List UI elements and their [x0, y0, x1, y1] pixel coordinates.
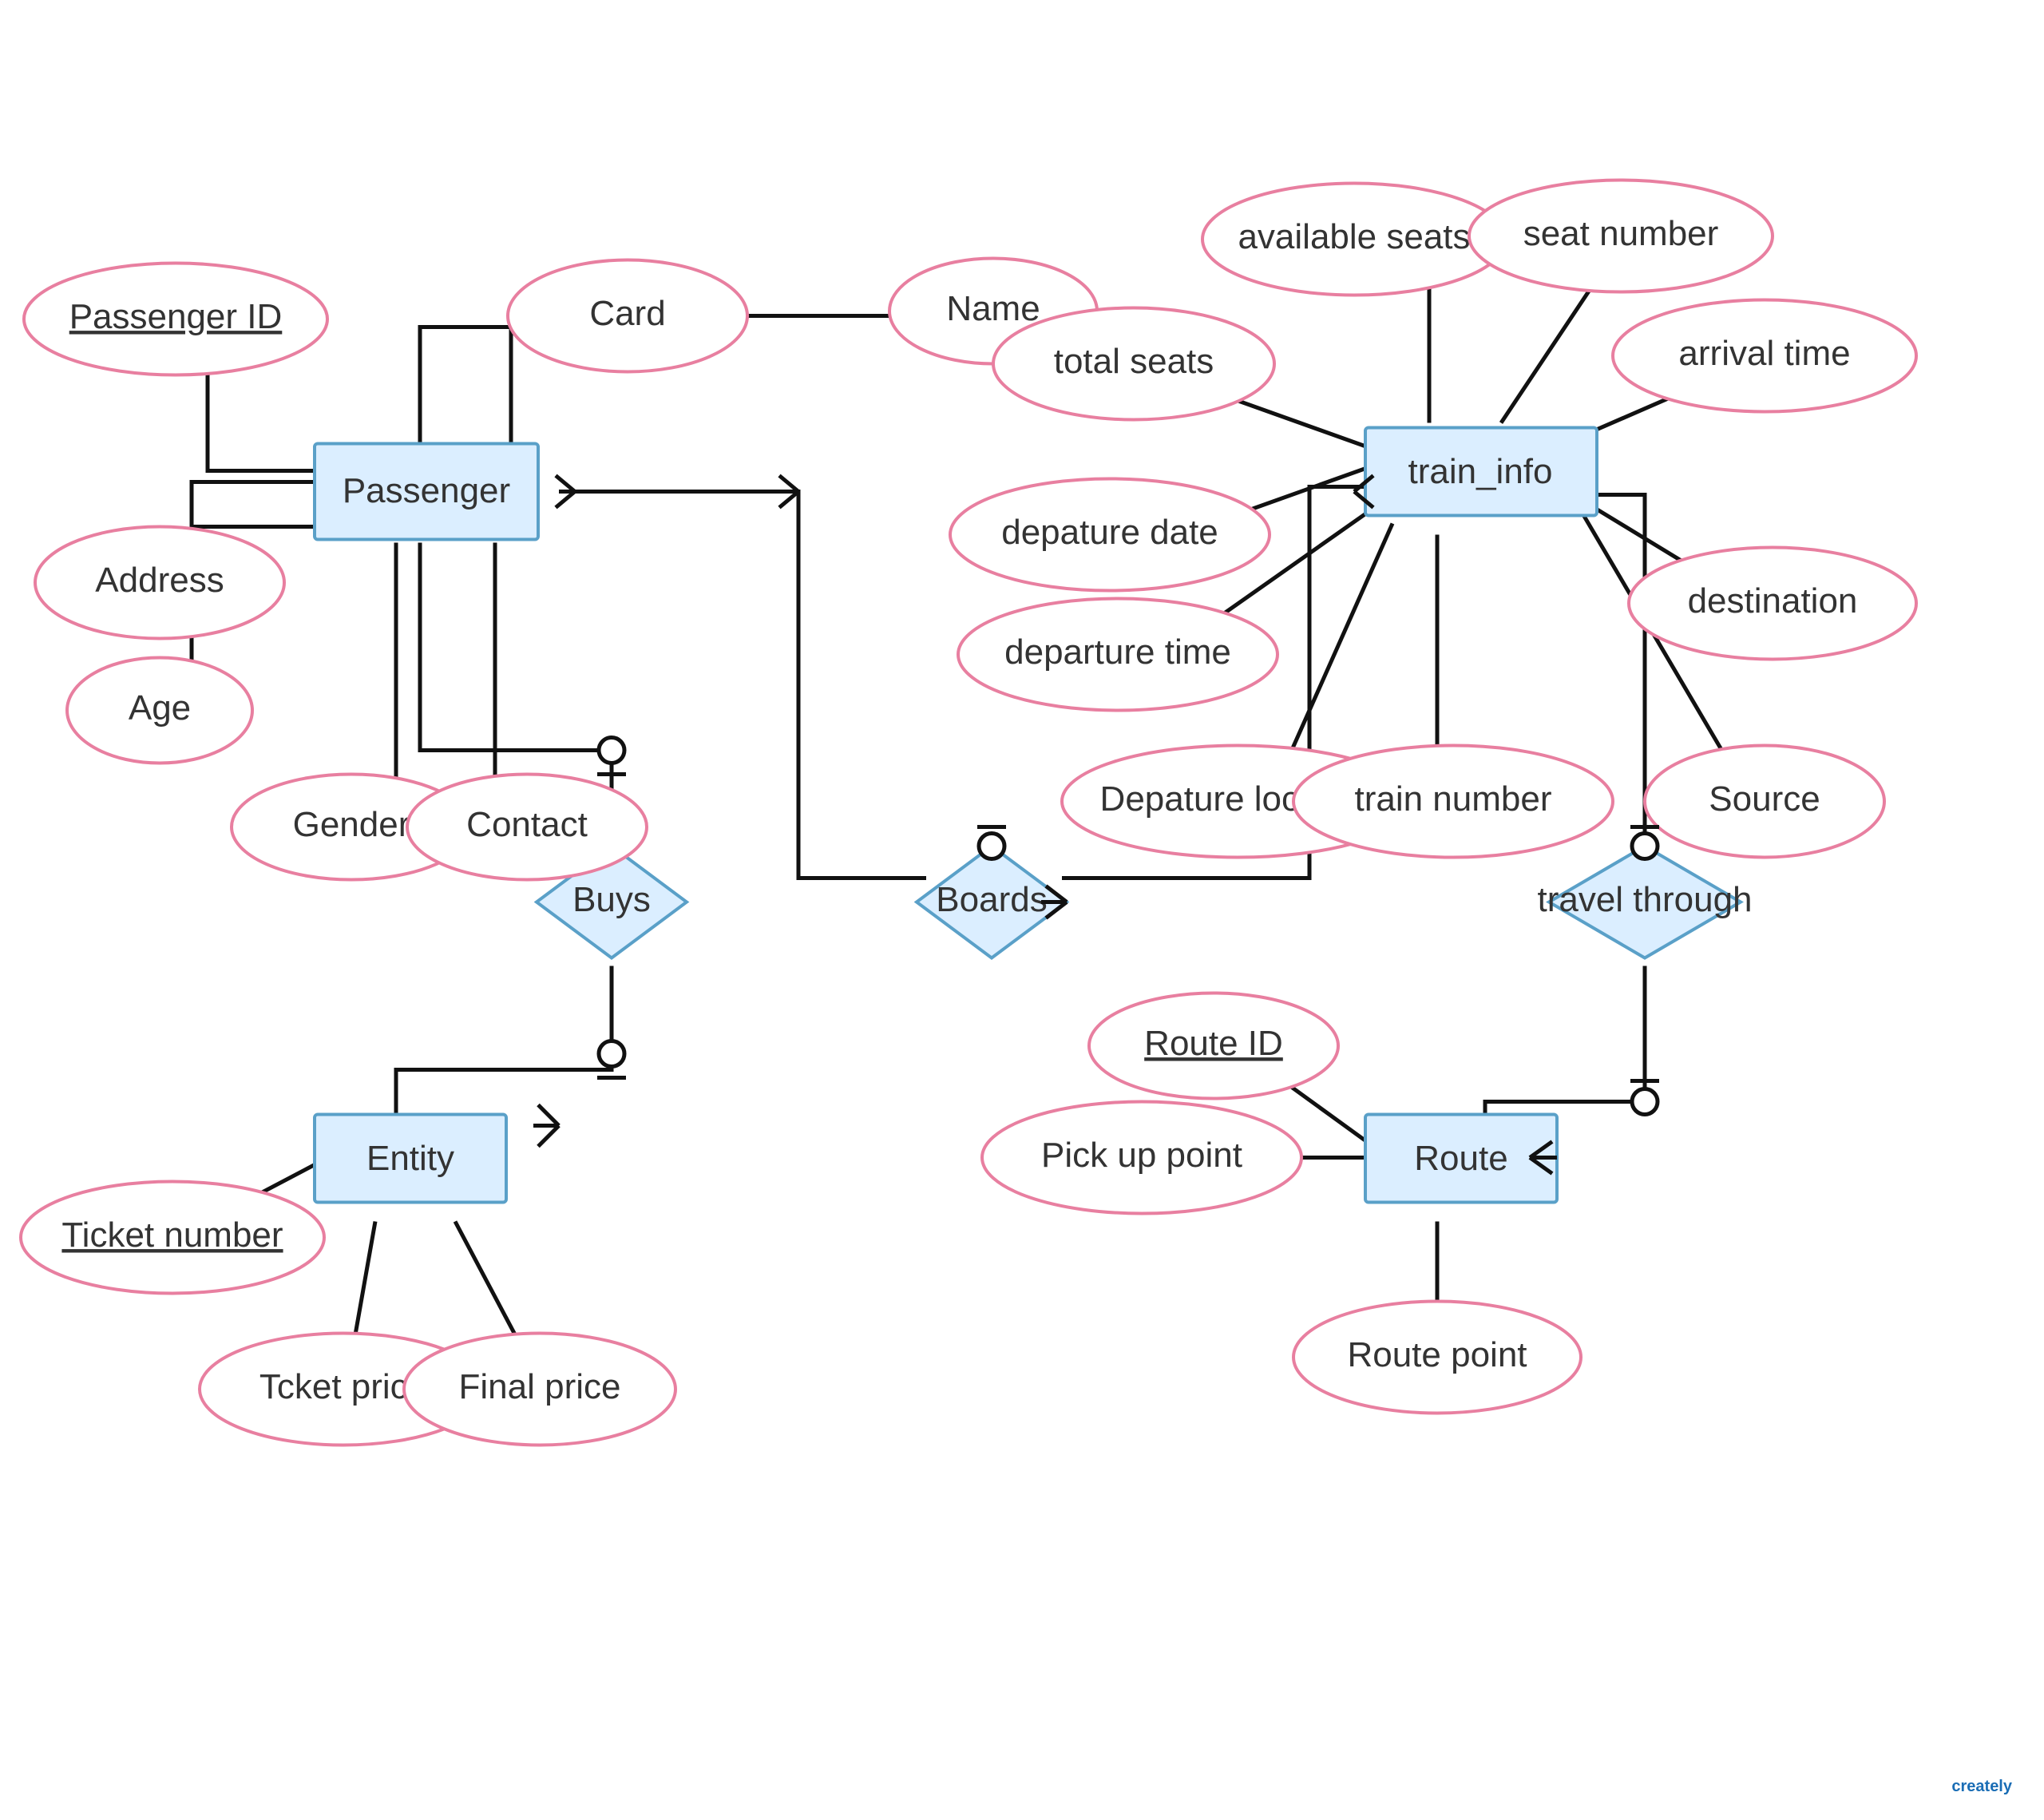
boards-label: Boards — [936, 880, 1047, 919]
entity-label: Entity — [366, 1139, 454, 1178]
train-number-text: train number — [1354, 779, 1551, 819]
available-seats-text: available seats — [1238, 217, 1470, 256]
seat-number-text: seat number — [1523, 214, 1719, 253]
travel-through-label: travel through — [1537, 880, 1752, 919]
departure-time-text: departure time — [1004, 632, 1231, 672]
route-id-text: Route ID — [1144, 1024, 1283, 1063]
route-label: Route — [1414, 1139, 1507, 1178]
destination-text: destination — [1688, 581, 1858, 621]
name-text: Name — [946, 289, 1040, 328]
contact-text: Contact — [466, 805, 588, 844]
train-info-label: train_info — [1408, 452, 1552, 491]
source-text: Source — [1709, 779, 1820, 819]
buys-label: Buys — [572, 880, 651, 919]
pick-up-point-text: Pick up point — [1041, 1136, 1242, 1175]
address-text: Address — [95, 561, 224, 600]
gender-text: Gender — [293, 805, 410, 844]
ticket-price-text: Tcket price — [259, 1367, 427, 1406]
total-seats-text: total seats — [1054, 342, 1214, 381]
ticket-number-text: Ticket number — [61, 1215, 283, 1255]
passenger-id-text: Passenger ID — [69, 297, 283, 336]
final-price-text: Final price — [459, 1367, 621, 1406]
departure-date-text: depature date — [1001, 513, 1218, 552]
age-text: Age — [129, 688, 191, 728]
branding-logo: creately — [1951, 1778, 2012, 1796]
route-point-text: Route point — [1347, 1335, 1527, 1374]
arrival-time-text: arrival time — [1678, 334, 1850, 373]
card-text: Card — [589, 294, 665, 333]
passenger-label: Passenger — [343, 471, 510, 510]
